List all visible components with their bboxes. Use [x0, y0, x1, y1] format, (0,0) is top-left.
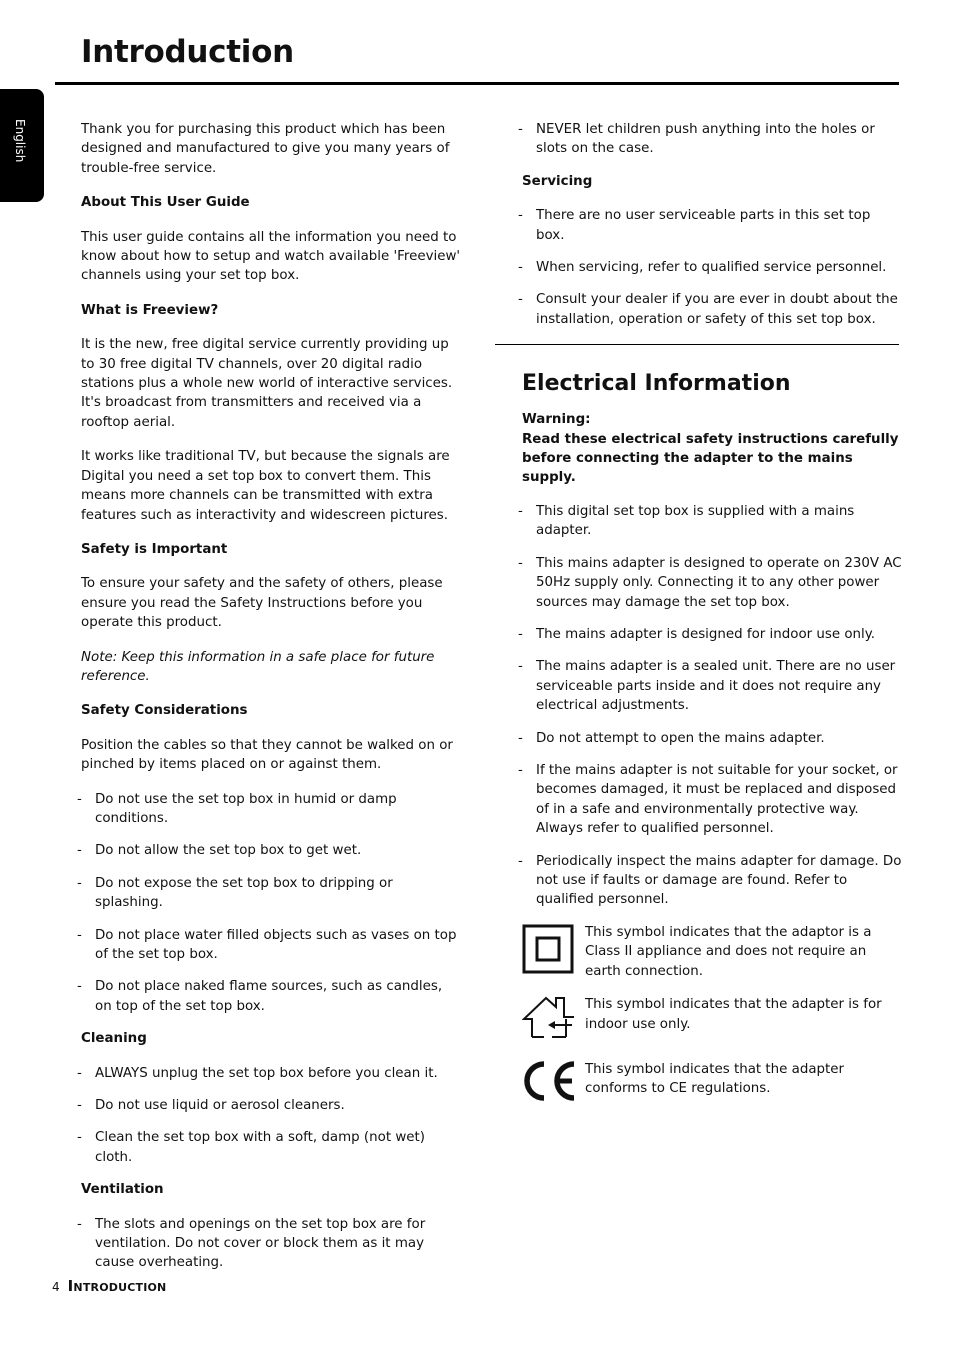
page-number: 4 [52, 1280, 60, 1294]
indoor-use-house-icon [521, 995, 578, 1045]
list-item: The slots and openings on the set top bo… [77, 1215, 461, 1273]
symbol-row-ce: This symbol indicates that the adapter c… [522, 1060, 902, 1108]
list-item: This mains adapter is designed to operat… [518, 554, 902, 612]
list-item: Do not place naked flame sources, such a… [77, 977, 461, 1016]
ce-mark-icon [522, 1060, 578, 1108]
page-footer: 4 Introduction [52, 1277, 166, 1295]
list-item: Do not use the set top box in humid or d… [77, 790, 461, 829]
right-column: NEVER let children push anything into th… [518, 120, 902, 1122]
list-item: If the mains adapter is not suitable for… [518, 761, 902, 839]
list-item: Do not use liquid or aerosol cleaners. [77, 1096, 461, 1116]
list-item: Clean the set top box with a soft, damp … [77, 1128, 461, 1167]
cleaning-heading: Cleaning [81, 1031, 147, 1047]
freeview-heading: What is Freeview? [81, 302, 219, 318]
left-column: Thank you for purchasing this product wh… [77, 120, 461, 1286]
symbol-description: This symbol indicates that the adapter c… [585, 1061, 845, 1096]
servicing-heading: Servicing [522, 173, 593, 189]
note-paragraph: Note: Keep this information in a safe pl… [81, 649, 435, 684]
list-item: The mains adapter is a sealed unit. Ther… [518, 657, 902, 715]
considerations-heading: Safety Considerations [81, 703, 248, 719]
list-item: The mains adapter is designed for indoor… [518, 625, 902, 645]
footer-section-label: Introduction [67, 1277, 167, 1295]
about-heading: About This User Guide [81, 195, 250, 211]
list-item: Do not attempt to open the mains adapter… [518, 729, 902, 749]
list-item: ALWAYS unplug the set top box before you… [77, 1064, 461, 1084]
safety-heading: Safety is Important [81, 541, 228, 557]
intro-paragraph: Thank you for purchasing this product wh… [81, 122, 450, 176]
list-item: Consult your dealer if you are ever in d… [518, 290, 902, 329]
language-tab-label: English [13, 119, 27, 163]
cleaning-list: ALWAYS unplug the set top box before you… [77, 1064, 461, 1168]
list-item: There are no user serviceable parts in t… [518, 206, 902, 245]
list-item: Do not expose the set top box to drippin… [77, 874, 461, 913]
symbol-row-class-ii: This symbol indicates that the adaptor i… [522, 923, 902, 981]
list-item: Periodically inspect the mains adapter f… [518, 852, 902, 910]
symbol-description: This symbol indicates that the adaptor i… [585, 924, 872, 979]
list-item: When servicing, refer to qualified servi… [518, 258, 902, 278]
warning-block: Warning: Read these electrical safety in… [522, 410, 902, 488]
considerations-list: Do not use the set top box in humid or d… [77, 790, 461, 1017]
electrical-list: This digital set top box is supplied wit… [518, 502, 902, 910]
ventilation-heading: Ventilation [81, 1182, 164, 1198]
class-ii-double-square-icon [522, 923, 578, 981]
symbol-description: This symbol indicates that the adapter i… [585, 997, 882, 1032]
about-paragraph: This user guide contains all the informa… [81, 229, 461, 284]
safety-paragraph: To ensure your safety and the safety of … [81, 576, 443, 631]
children-warning-list: NEVER let children push anything into th… [518, 120, 902, 159]
ventilation-list: The slots and openings on the set top bo… [77, 1215, 461, 1273]
list-item: Do not allow the set top box to get wet. [77, 841, 461, 861]
list-item: Do not place water filled objects such a… [77, 926, 461, 965]
considerations-paragraph: Position the cables so that they cannot … [81, 737, 453, 773]
servicing-list: There are no user serviceable parts in t… [518, 206, 902, 329]
title-rule [55, 82, 899, 85]
warning-label: Warning: [522, 412, 591, 428]
list-item: NEVER let children push anything into th… [518, 120, 902, 159]
freeview-paragraph-2: It works like traditional TV, but becaus… [81, 449, 450, 523]
warning-text: Read these electrical safety instruction… [522, 431, 899, 486]
freeview-paragraph-1: It is the new, free digital service curr… [81, 337, 453, 430]
electrical-heading: Electrical Information [522, 371, 791, 397]
language-tab: English [0, 89, 44, 202]
page-title: Introduction [81, 34, 294, 70]
list-item: This digital set top box is supplied wit… [518, 502, 902, 541]
symbol-row-indoor: This symbol indicates that the adapter i… [521, 995, 902, 1045]
